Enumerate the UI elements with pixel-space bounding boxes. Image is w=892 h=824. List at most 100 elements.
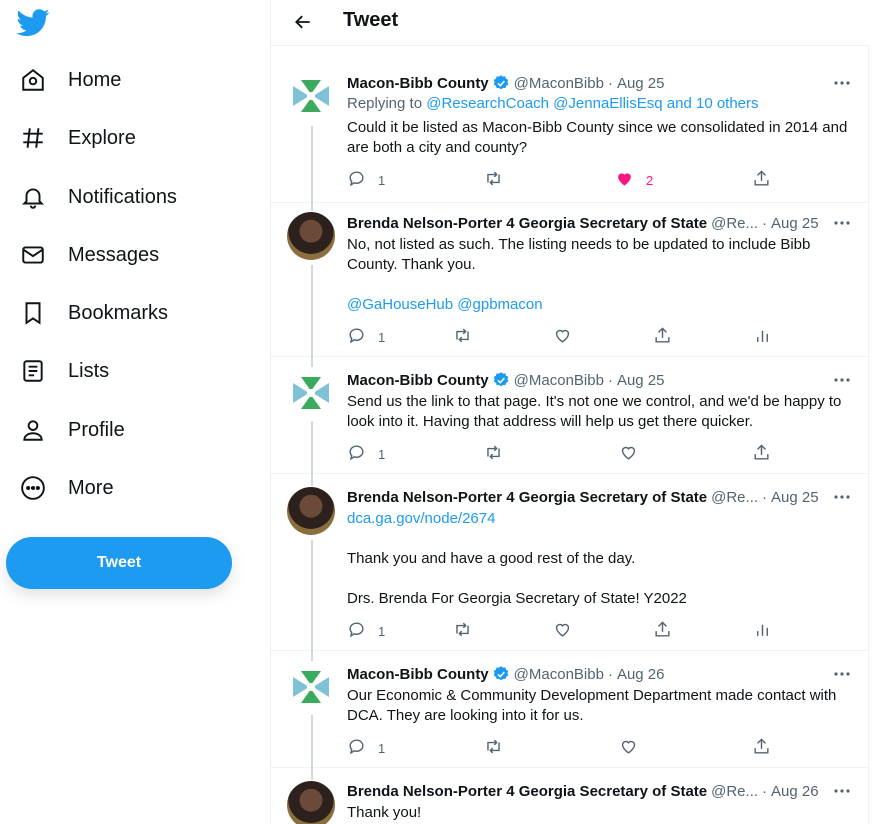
more-options-icon[interactable]	[831, 664, 853, 684]
analytics-icon	[753, 620, 772, 642]
sidebar-item-notifications[interactable]: Notifications	[10, 175, 187, 219]
more-options-icon[interactable]	[831, 213, 853, 233]
sidebar-item-more[interactable]: More	[10, 466, 124, 510]
retweet-button[interactable]	[453, 621, 472, 641]
sidebar-item-label: Lists	[68, 359, 110, 382]
sidebar-item-home[interactable]: Home	[10, 58, 131, 102]
tweet[interactable]: Macon-Bibb County @MaconBibb · Aug 25 Re…	[271, 48, 869, 203]
author-handle[interactable]: @Re...	[711, 215, 758, 232]
more-options-icon[interactable]	[831, 370, 853, 390]
author-handle[interactable]: @MaconBibb	[514, 372, 604, 389]
back-arrow-icon[interactable]	[289, 8, 317, 36]
tweet-header: Brenda Nelson-Porter 4 Georgia Secretary…	[347, 781, 819, 801]
sidebar-item-label: Messages	[68, 243, 160, 266]
avatar[interactable]	[287, 487, 335, 535]
author-name[interactable]: Brenda Nelson-Porter 4 Georgia Secretary…	[347, 489, 707, 506]
share-icon	[752, 737, 771, 759]
share-button[interactable]	[653, 327, 672, 347]
tweet-date[interactable]: Aug 25	[771, 215, 819, 232]
tweet-actions: 1	[347, 738, 777, 758]
avatar[interactable]	[287, 212, 335, 260]
tweet[interactable]: Macon-Bibb County @MaconBibb · Aug 25 Se…	[271, 357, 869, 474]
like-button[interactable]	[553, 327, 572, 347]
reply-icon	[347, 620, 366, 642]
author-name[interactable]: Brenda Nelson-Porter 4 Georgia Secretary…	[347, 215, 707, 232]
thread-line	[311, 203, 313, 211]
avatar[interactable]	[287, 781, 335, 824]
more-options-icon[interactable]	[831, 487, 853, 507]
thread-line	[311, 265, 313, 357]
tweet-text: Thank you and have a good rest of the da…	[347, 550, 636, 567]
share-button[interactable]	[752, 444, 771, 464]
tweet[interactable]: Brenda Nelson-Porter 4 Georgia Secretary…	[271, 768, 869, 824]
author-handle[interactable]: @MaconBibb	[514, 75, 604, 92]
retweet-button[interactable]	[484, 444, 503, 464]
author-handle[interactable]: @Re...	[711, 783, 758, 800]
share-button[interactable]	[653, 621, 672, 641]
tweet-date[interactable]: Aug 25	[617, 372, 665, 389]
reply-button[interactable]: 1	[347, 738, 385, 758]
analytics-button[interactable]	[753, 327, 772, 347]
tweet-text: No, not listed as such. The listing need…	[347, 236, 811, 273]
reply-icon	[347, 169, 366, 191]
avatar[interactable]	[287, 369, 335, 417]
tweet[interactable]: Macon-Bibb County @MaconBibb · Aug 26 Ou…	[271, 651, 869, 768]
author-name[interactable]: Macon-Bibb County	[347, 75, 489, 92]
tweet-button[interactable]: Tweet	[6, 537, 232, 589]
more-options-icon[interactable]	[831, 73, 853, 93]
heart-icon	[619, 443, 638, 465]
reply-button[interactable]: 1	[347, 170, 385, 190]
like-button[interactable]: 2	[615, 170, 653, 190]
tweet-date[interactable]: Aug 25	[617, 75, 665, 92]
heart-filled-icon	[615, 169, 634, 191]
tweet-date[interactable]: Aug 25	[771, 489, 819, 506]
tweet-link[interactable]: dca.ga.gov/node/2674	[347, 510, 495, 527]
retweet-icon	[453, 620, 472, 642]
sidebar-item-messages[interactable]: Messages	[10, 233, 169, 277]
sidebar-item-label: Notifications	[68, 185, 177, 208]
thread-line	[311, 715, 313, 768]
retweet-button[interactable]	[484, 738, 503, 758]
author-handle[interactable]: @MaconBibb	[514, 666, 604, 683]
avatar[interactable]	[287, 72, 335, 120]
sidebar-item-bookmarks[interactable]: Bookmarks	[10, 291, 178, 335]
author-name[interactable]: Brenda Nelson-Porter 4 Georgia Secretary…	[347, 783, 707, 800]
tweet-header: Macon-Bibb County @MaconBibb · Aug 25	[347, 370, 664, 390]
sidebar: Home Explore Notifications Messages Book…	[0, 0, 270, 824]
like-button[interactable]	[619, 444, 638, 464]
share-button[interactable]	[752, 170, 771, 190]
retweet-button[interactable]	[453, 327, 472, 347]
bell-icon	[20, 184, 46, 210]
mention-links[interactable]: @GaHouseHub @gpbmacon	[347, 296, 543, 313]
avatar[interactable]	[287, 663, 335, 711]
author-name[interactable]: Macon-Bibb County	[347, 666, 489, 683]
sidebar-item-label: Profile	[68, 418, 125, 441]
twitter-bird-icon[interactable]	[14, 4, 50, 40]
reply-count: 1	[378, 172, 386, 188]
analytics-button[interactable]	[753, 621, 772, 641]
reply-button[interactable]: 1	[347, 621, 385, 641]
tweet-text: Could it be listed as Macon-Bibb County …	[347, 119, 848, 156]
author-handle[interactable]: @Re...	[711, 489, 758, 506]
reply-icon	[347, 443, 366, 465]
retweet-button[interactable]	[484, 170, 503, 190]
tweet[interactable]: Brenda Nelson-Porter 4 Georgia Secretary…	[271, 203, 869, 357]
share-button[interactable]	[752, 738, 771, 758]
share-icon	[653, 620, 672, 642]
sidebar-item-profile[interactable]: Profile	[10, 408, 135, 452]
hashtag-icon	[20, 125, 46, 151]
author-name[interactable]: Macon-Bibb County	[347, 372, 489, 389]
tweet-date[interactable]: Aug 26	[617, 666, 665, 683]
sidebar-item-lists[interactable]: Lists	[10, 349, 119, 393]
share-icon	[752, 443, 771, 465]
like-button[interactable]	[553, 621, 572, 641]
sidebar-item-explore[interactable]: Explore	[10, 116, 146, 160]
reply-button[interactable]: 1	[347, 327, 385, 347]
more-options-icon[interactable]	[831, 781, 853, 801]
replying-to-users-link[interactable]: @ResearchCoach @JennaEllisEsq and 10 oth…	[426, 95, 758, 112]
reply-button[interactable]: 1	[347, 444, 385, 464]
reply-icon	[347, 737, 366, 759]
tweet-date[interactable]: Aug 26	[771, 783, 819, 800]
like-button[interactable]	[619, 738, 638, 758]
tweet[interactable]: Brenda Nelson-Porter 4 Georgia Secretary…	[271, 474, 869, 651]
